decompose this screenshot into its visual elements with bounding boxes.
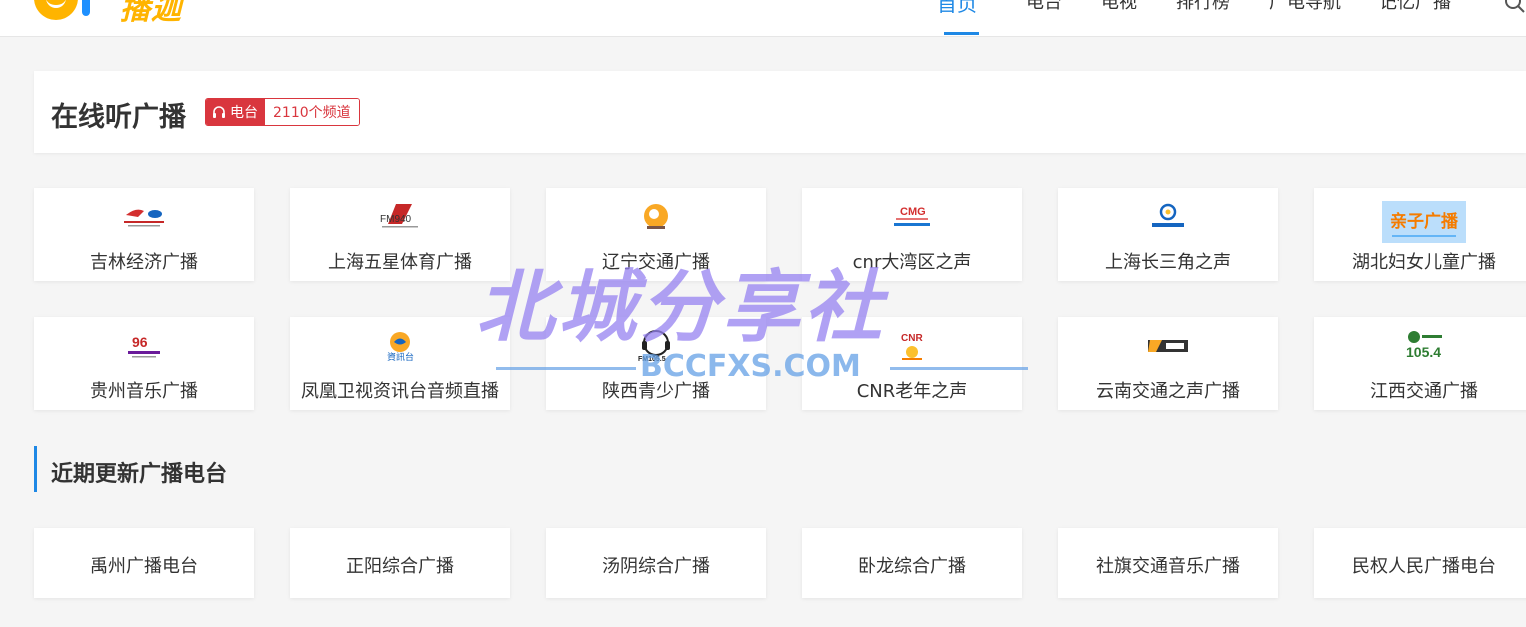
site-logo[interactable]: 播迦 (34, 0, 204, 27)
station-name: cnr大湾区之声 (852, 252, 972, 273)
cmg-logo-icon: CMG (889, 202, 935, 232)
online-radio-header: 在线听广播 电台 2110个频道 (34, 71, 1526, 153)
headphones-icon (213, 106, 225, 118)
station-name: 卧龙综合广播 (858, 556, 966, 577)
jiangxi-1054-logo-icon: 105.4 (1401, 331, 1447, 361)
svg-text:亲子广播: 亲子广播 (1390, 211, 1459, 232)
station-card[interactable]: FM105.5 陕西青少广播 (546, 317, 766, 410)
badge-radio-label: 电台 (230, 105, 258, 121)
svg-text:FM940: FM940 (380, 214, 412, 225)
top-header: 播迦 首页 电台 电视 排行榜 广电导航 记忆广播 (0, 0, 1526, 37)
station-card[interactable]: 上海长三角之声 (1058, 188, 1278, 281)
recent-section-header: 近期更新广播电台 (34, 446, 227, 492)
station-card[interactable]: CNR CNR老年之声 (802, 317, 1022, 410)
jilin-economy-logo-icon (121, 202, 167, 232)
station-name: 贵州音乐广播 (90, 381, 198, 402)
station-name: 禹州广播电台 (90, 556, 198, 577)
fm1055-logo-icon: FM105.5 (633, 330, 679, 363)
nav-broadcast-guide[interactable]: 广电导航 (1269, 0, 1341, 14)
station-card[interactable]: 云南交通之声广播 (1058, 317, 1278, 410)
nav-radio[interactable]: 电台 (1026, 0, 1062, 14)
svg-text:CNR: CNR (901, 333, 923, 344)
section-title: 近期更新广播电台 (51, 462, 228, 487)
station-name: 社旗交通音乐广播 (1096, 556, 1240, 577)
station-name: 民权人民广播电台 (1352, 556, 1496, 577)
station-card[interactable]: 資訊台 凤凰卫视资讯台音频直播 (290, 317, 510, 410)
svg-text:FM105.5: FM105.5 (638, 356, 666, 363)
station-card[interactable]: FM940 上海五星体育广播 (290, 188, 510, 281)
recent-station-card[interactable]: 民权人民广播电台 (1314, 528, 1526, 598)
station-name: 吉林经济广播 (90, 252, 198, 273)
station-name: 上海五星体育广播 (328, 252, 472, 273)
badge-radio: 电台 (206, 99, 265, 125)
svg-text:96: 96 (132, 334, 148, 350)
station-card[interactable]: 吉林经济广播 (34, 188, 254, 281)
headphone-ear-icon (82, 0, 90, 16)
recent-station-card[interactable]: 正阳综合广播 (290, 528, 510, 598)
nav-home[interactable]: 首页 (937, 0, 977, 17)
svg-text:105.4: 105.4 (1406, 344, 1441, 360)
recent-station-card[interactable]: 汤阴综合广播 (546, 528, 766, 598)
station-name: 凤凰卫视资讯台音频直播 (301, 381, 499, 402)
station-card[interactable]: 亲子广播 湖北妇女儿童广播 (1314, 188, 1526, 281)
nav-ranking[interactable]: 排行榜 (1176, 0, 1230, 14)
phoenix-info-logo-icon: 資訊台 (377, 331, 423, 361)
station-card[interactable]: 96 贵州音乐广播 (34, 317, 254, 410)
yangtze-delta-logo-icon (1145, 202, 1191, 232)
guizhou-music-logo-icon: 96 (121, 331, 167, 361)
station-name: CNR老年之声 (856, 381, 968, 402)
nav-tv[interactable]: 电视 (1101, 0, 1137, 14)
station-name: 正阳综合广播 (346, 556, 454, 577)
yunnan-traffic-logo-icon (1145, 331, 1191, 361)
station-name: 云南交通之声广播 (1096, 381, 1240, 402)
station-name: 辽宁交通广播 (602, 252, 710, 273)
channel-count-badge[interactable]: 电台 2110个频道 (205, 98, 360, 126)
active-nav-indicator (944, 32, 979, 35)
station-name: 上海长三角之声 (1105, 252, 1231, 273)
smiley-headphone-icon (34, 0, 78, 20)
station-card[interactable]: 辽宁交通广播 (546, 188, 766, 281)
fm940-logo-icon: FM940 (377, 202, 423, 232)
station-name: 江西交通广播 (1370, 381, 1478, 402)
cnr-logo-icon: CNR (889, 331, 935, 361)
station-name: 汤阴综合广播 (602, 556, 710, 577)
page-title: 在线听广播 (51, 102, 186, 133)
station-card[interactable]: 105.4 江西交通广播 (1314, 317, 1526, 410)
liaoning-traffic-logo-icon (633, 202, 679, 232)
station-name: 湖北妇女儿童广播 (1352, 252, 1496, 273)
logo-text: 播迦 (120, 0, 182, 27)
station-name: 陕西青少广播 (602, 381, 710, 402)
recent-station-card[interactable]: 卧龙综合广播 (802, 528, 1022, 598)
recent-station-card[interactable]: 禹州广播电台 (34, 528, 254, 598)
hubei-parent-child-logo-icon: 亲子广播 (1382, 201, 1466, 243)
search-icon[interactable] (1504, 0, 1526, 14)
station-card[interactable]: CMG cnr大湾区之声 (802, 188, 1022, 281)
badge-count: 2110个频道 (265, 99, 359, 125)
nav-memory-broadcast[interactable]: 记忆广播 (1379, 0, 1451, 14)
svg-text:資訊台: 資訊台 (387, 351, 414, 361)
svg-text:CMG: CMG (900, 206, 926, 218)
recent-station-card[interactable]: 社旗交通音乐广播 (1058, 528, 1278, 598)
